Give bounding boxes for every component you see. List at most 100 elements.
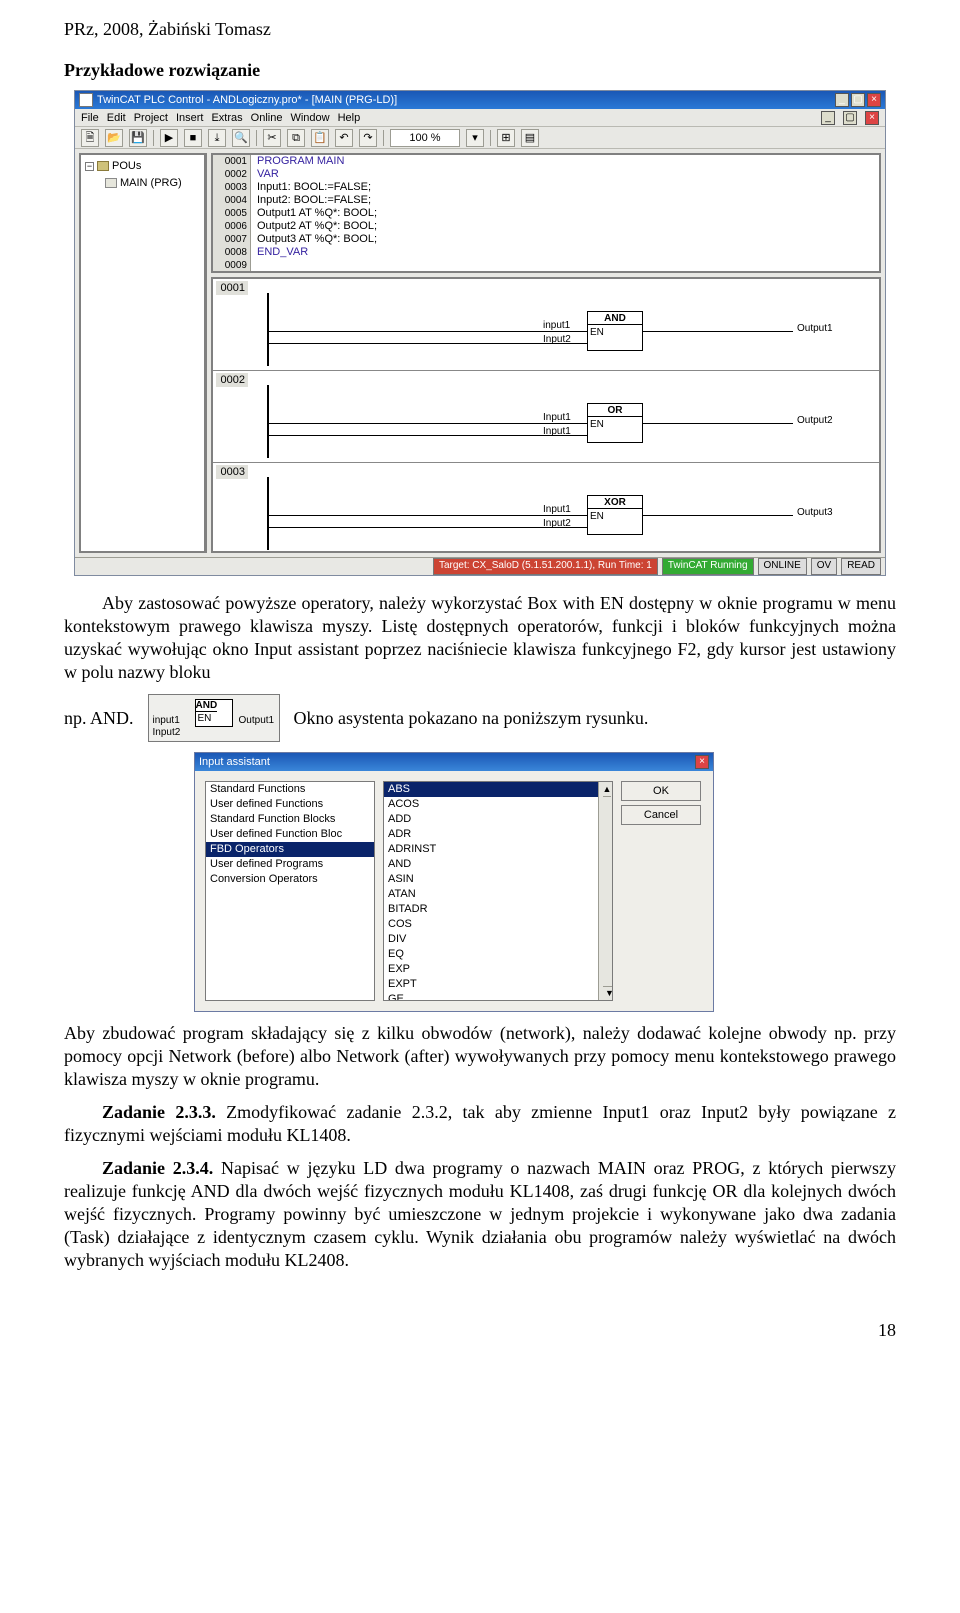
project-tree[interactable]: − POUs MAIN (PRG) xyxy=(79,153,207,553)
assist-operator-item[interactable]: GE xyxy=(384,992,612,1001)
assist-operator-item[interactable]: ADRINST xyxy=(384,842,612,857)
figure-twincat-window: TwinCAT PLC Control - ANDLogiczny.pro* -… xyxy=(74,90,886,576)
menu-item-help[interactable]: Help xyxy=(338,111,361,125)
code-line: Input2: BOOL:=FALSE; xyxy=(257,194,879,207)
toolbar: 🗎 📂 💾 ▶ ■ ⤓ 🔍 ✂ ⧉ 📋 ↶ ↷ 100 % ▾ ⊞ ▤ xyxy=(75,127,885,149)
block-in2: Input2 xyxy=(153,727,181,740)
paragraph: Aby zbudować program składający się z ki… xyxy=(64,1022,896,1091)
line-number: 0008 xyxy=(213,246,250,259)
ld-block[interactable]: ANDEN xyxy=(587,311,643,351)
assist-category-item[interactable]: Standard Functions xyxy=(206,782,374,797)
ld-block[interactable]: OREN xyxy=(587,403,643,443)
paragraph: Aby zastosować powyższe operatory, należ… xyxy=(64,592,896,684)
mdi-minimize-button[interactable]: _ xyxy=(821,111,835,125)
tree-leaf-label[interactable]: MAIN (PRG) xyxy=(120,176,182,190)
assist-operator-item[interactable]: DIV xyxy=(384,932,612,947)
declaration-editor[interactable]: 0001 0002 0003 0004 0005 0006 0007 0008 … xyxy=(211,153,881,273)
menu-item-file[interactable]: File xyxy=(81,111,99,125)
zoom-combo[interactable]: 100 % xyxy=(390,129,460,147)
scrollbar[interactable]: ▲ ▼ xyxy=(598,782,612,1000)
assist-operator-item[interactable]: EQ xyxy=(384,947,612,962)
assist-category-list[interactable]: Standard FunctionsUser defined Functions… xyxy=(205,781,375,1001)
menu-item-insert[interactable]: Insert xyxy=(176,111,204,125)
new-icon[interactable]: 🗎 xyxy=(81,129,99,147)
assist-operator-item[interactable]: EXP xyxy=(384,962,612,977)
page-number: 18 xyxy=(64,1319,896,1342)
undo-icon[interactable]: ↶ xyxy=(335,129,353,147)
assist-operator-item[interactable]: ACOS xyxy=(384,797,612,812)
cut-icon[interactable]: ✂ xyxy=(263,129,281,147)
assist-operator-item[interactable]: ATAN xyxy=(384,887,612,902)
menu-item-edit[interactable]: Edit xyxy=(107,111,126,125)
menu-item-extras[interactable]: Extras xyxy=(211,111,242,125)
assist-category-item[interactable]: User defined Functions xyxy=(206,797,374,812)
assist-category-item[interactable]: User defined Function Bloc xyxy=(206,827,374,842)
task-233: Zadanie 2.3.3. Zmodyfikować zadanie 2.3.… xyxy=(64,1101,896,1147)
line-number: 0006 xyxy=(213,220,250,233)
ld-editor[interactable]: 0001input1Input2Output1ANDEN0002Input1In… xyxy=(211,277,881,553)
menu-bar: File Edit Project Insert Extras Online W… xyxy=(75,109,885,127)
menu-item-project[interactable]: Project xyxy=(134,111,168,125)
code-line: END_VAR xyxy=(257,246,879,259)
block-en: EN xyxy=(590,327,604,340)
code-line: Output1 AT %Q*: BOOL; xyxy=(257,207,879,220)
tree-collapse-icon[interactable]: − xyxy=(85,162,94,171)
tool-icon-b[interactable]: ▤ xyxy=(521,129,539,147)
net-output: Output2 xyxy=(797,415,833,428)
step-icon[interactable]: ⤓ xyxy=(208,129,226,147)
copy-icon[interactable]: ⧉ xyxy=(287,129,305,147)
assist-category-item[interactable]: User defined Programs xyxy=(206,857,374,872)
assist-operator-item[interactable]: ABS xyxy=(384,782,612,797)
net-input1: Input1 xyxy=(543,504,571,517)
assist-operator-item[interactable]: COS xyxy=(384,917,612,932)
network-number: 0003 xyxy=(216,465,248,479)
assist-operator-item[interactable]: ADD xyxy=(384,812,612,827)
assist-operator-item[interactable]: ASIN xyxy=(384,872,612,887)
run-icon[interactable]: ▶ xyxy=(160,129,178,147)
code-line: PROGRAM MAIN xyxy=(257,155,879,168)
status-bar: Target: CX_SaloD (5.1.51.200.1.1), Run T… xyxy=(75,557,885,575)
ld-block[interactable]: XOREN xyxy=(587,495,643,535)
line-number: 0001 xyxy=(213,155,250,168)
zoom-dropdown-icon[interactable]: ▾ xyxy=(466,129,484,147)
tree-root-label: POUs xyxy=(112,159,141,173)
maximize-button[interactable]: ▢ xyxy=(851,93,865,107)
line-number: 0009 xyxy=(213,259,250,272)
block-en-label: EN xyxy=(198,713,212,726)
code-line: Output2 AT %Q*: BOOL; xyxy=(257,220,879,233)
mdi-close-button[interactable]: × xyxy=(865,111,879,125)
figure-input-assistant: Input assistant × Standard FunctionsUser… xyxy=(194,752,714,1012)
assist-category-item[interactable]: Standard Function Blocks xyxy=(206,812,374,827)
assist-operator-item[interactable]: AND xyxy=(384,857,612,872)
save-icon[interactable]: 💾 xyxy=(129,129,147,147)
close-button[interactable]: × xyxy=(867,93,881,107)
find-icon[interactable]: 🔍 xyxy=(232,129,250,147)
block-en: EN xyxy=(590,419,604,432)
assist-category-item[interactable]: FBD Operators xyxy=(206,842,374,857)
scroll-down-icon[interactable]: ▼ xyxy=(603,986,613,1000)
assist-operator-item[interactable]: EXPT xyxy=(384,977,612,992)
dialog-close-button[interactable]: × xyxy=(695,755,709,769)
block-out: Output1 xyxy=(239,715,275,728)
assist-operator-list[interactable]: ABSACOSADDADRADRINSTANDASINATANBITADRCOS… xyxy=(383,781,613,1001)
minimize-button[interactable]: _ xyxy=(835,93,849,107)
paste-icon[interactable]: 📋 xyxy=(311,129,329,147)
assist-category-item[interactable]: Conversion Operators xyxy=(206,872,374,887)
ok-button[interactable]: OK xyxy=(621,781,701,801)
assist-operator-item[interactable]: ADR xyxy=(384,827,612,842)
mdi-restore-button[interactable]: ▢ xyxy=(843,111,857,125)
network-number: 0001 xyxy=(216,281,248,295)
assist-operator-item[interactable]: BITADR xyxy=(384,902,612,917)
block-title: AND xyxy=(196,700,218,712)
redo-icon[interactable]: ↷ xyxy=(359,129,377,147)
task-label: Zadanie 2.3.4. xyxy=(102,1158,213,1178)
tool-icon-a[interactable]: ⊞ xyxy=(497,129,515,147)
code-line: Output3 AT %Q*: BOOL; xyxy=(257,233,879,246)
open-icon[interactable]: 📂 xyxy=(105,129,123,147)
menu-item-online[interactable]: Online xyxy=(251,111,283,125)
window-title: TwinCAT PLC Control - ANDLogiczny.pro* -… xyxy=(97,93,835,107)
scroll-up-icon[interactable]: ▲ xyxy=(603,783,611,797)
cancel-button[interactable]: Cancel xyxy=(621,805,701,825)
menu-item-window[interactable]: Window xyxy=(290,111,329,125)
stop-icon[interactable]: ■ xyxy=(184,129,202,147)
